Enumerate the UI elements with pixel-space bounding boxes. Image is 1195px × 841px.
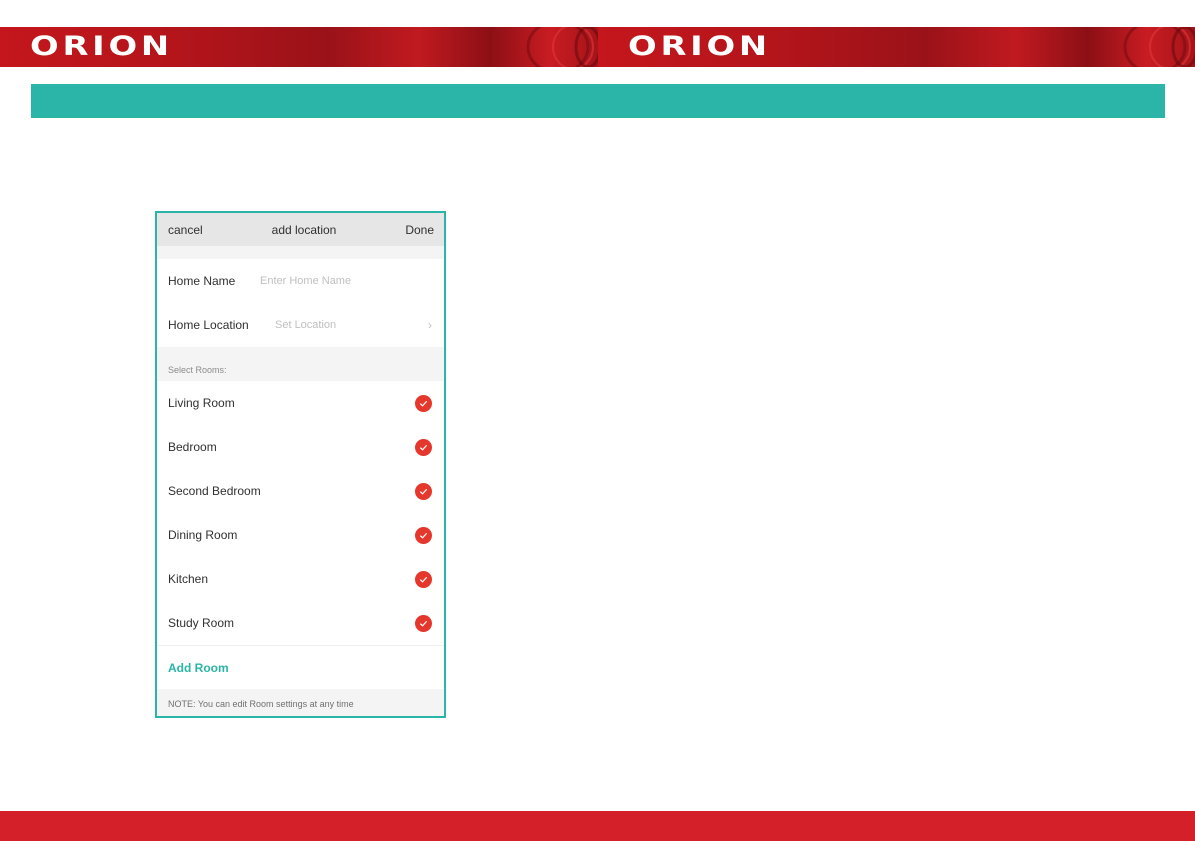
checkmark-icon[interactable]	[415, 438, 432, 456]
brand-banner: ORION ORION	[0, 27, 1195, 67]
home-name-row[interactable]: Home Name Enter Home Name	[157, 259, 444, 303]
room-item-second-bedroom[interactable]: Second Bedroom	[157, 469, 444, 513]
done-button[interactable]: Done	[405, 223, 434, 237]
home-name-label: Home Name	[168, 274, 236, 288]
rooms-list: Living Room Bedroom Second Bedroom Dinin…	[157, 381, 444, 689]
checkmark-icon[interactable]	[415, 570, 432, 588]
section-header-bar	[31, 84, 1165, 118]
room-item-study-room[interactable]: Study Room	[157, 601, 444, 645]
checkmark-icon[interactable]	[415, 482, 432, 500]
banner-right: ORION	[597, 27, 1195, 67]
select-rooms-label: Select Rooms:	[157, 347, 444, 381]
room-label: Dining Room	[168, 528, 238, 542]
checkmark-icon[interactable]	[415, 394, 432, 412]
home-location-row[interactable]: Home Location Set Location ›	[157, 303, 444, 347]
checkmark-icon[interactable]	[415, 614, 432, 632]
decorative-rings-graphic	[526, 27, 598, 67]
nav-title: add location	[271, 222, 337, 237]
chevron-right-icon: ›	[428, 318, 432, 332]
room-label: Study Room	[168, 616, 235, 630]
nav-bar: cancel add location Done	[157, 213, 444, 246]
orion-logo: ORION	[627, 31, 771, 62]
home-location-input[interactable]: Set Location	[275, 319, 428, 331]
cancel-button[interactable]: cancel	[168, 223, 203, 237]
room-label: Bedroom	[168, 440, 217, 454]
room-item-dining-room[interactable]: Dining Room	[157, 513, 444, 557]
checkmark-icon[interactable]	[415, 526, 432, 544]
room-item-kitchen[interactable]: Kitchen	[157, 557, 444, 601]
room-item-living-room[interactable]: Living Room	[157, 381, 444, 425]
manual-page: ORION ORION cancel add location Done Hom…	[0, 0, 1195, 841]
orion-logo: ORION	[30, 31, 173, 62]
footer-bar	[0, 811, 1195, 841]
room-label: Second Bedroom	[168, 484, 261, 498]
home-name-input[interactable]: Enter Home Name	[260, 275, 432, 287]
note-text: NOTE: You can edit Room settings at any …	[168, 699, 354, 709]
room-label: Living Room	[168, 396, 235, 410]
decorative-rings-graphic	[1123, 27, 1195, 67]
add-room-button[interactable]: Add Room	[157, 645, 444, 689]
app-screenshot-add-location: cancel add location Done Home Name Enter…	[155, 211, 446, 718]
home-location-label: Home Location	[168, 318, 249, 332]
banner-left: ORION	[0, 27, 598, 67]
home-details-group: Home Name Enter Home Name Home Location …	[157, 259, 444, 347]
room-item-bedroom[interactable]: Bedroom	[157, 425, 444, 469]
room-label: Kitchen	[168, 572, 209, 586]
